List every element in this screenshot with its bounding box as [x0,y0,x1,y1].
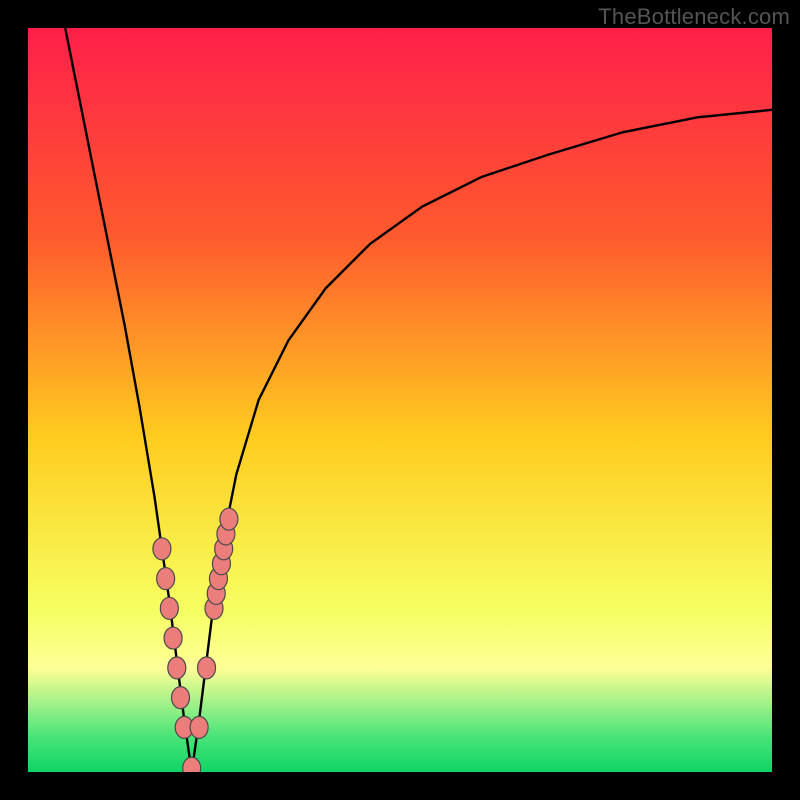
marker-point [190,716,208,738]
bottleneck-chart [28,28,772,772]
figure-frame: TheBottleneck.com [0,0,800,800]
marker-point [153,538,171,560]
plot-area [28,28,772,772]
marker-point [157,568,175,590]
marker-point [160,597,178,619]
marker-point [172,687,190,709]
marker-point [220,508,238,530]
watermark-text: TheBottleneck.com [598,4,790,30]
marker-point [164,627,182,649]
marker-point [198,657,216,679]
marker-point [168,657,186,679]
gradient-background [28,28,772,772]
